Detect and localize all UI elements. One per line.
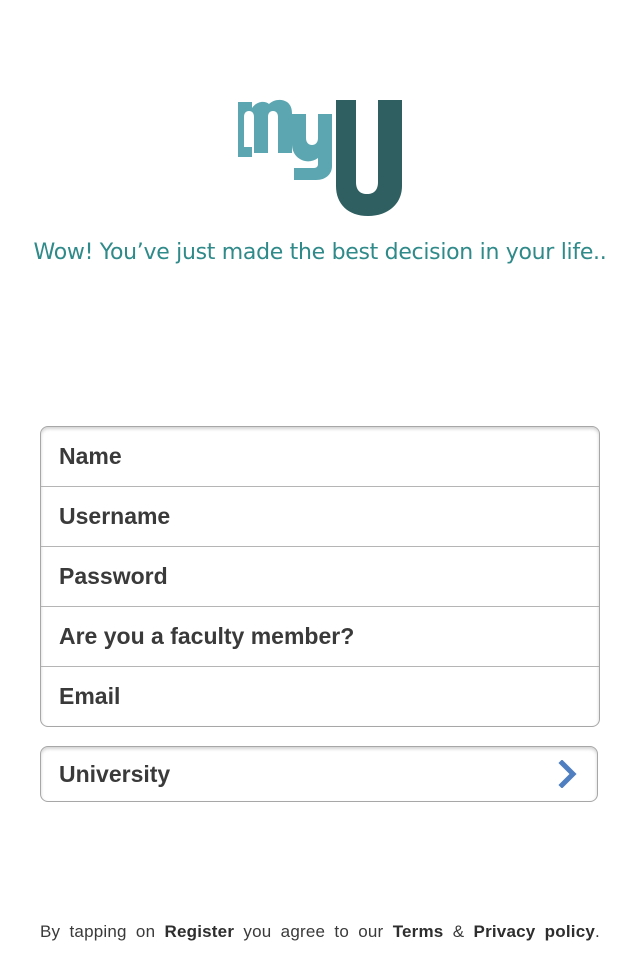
password-field-row [41,547,599,607]
name-field-row [41,427,599,487]
terms-suffix: . [595,922,600,941]
email-field-row [41,667,599,726]
university-label: University [59,760,171,787]
terms-link[interactable]: Terms [393,922,444,941]
privacy-policy-link[interactable]: Privacy policy [474,922,595,941]
terms-prefix: By tapping on [40,922,156,941]
register-link[interactable]: Register [165,922,235,941]
username-input[interactable] [41,487,599,546]
logo-letter-m [238,99,292,157]
email-input[interactable] [41,667,599,726]
university-selector[interactable]: University [40,746,598,802]
logo-letter-y [292,114,332,180]
myU-logo [238,99,402,216]
chevron-right-icon [557,759,579,789]
faculty-member-input[interactable] [41,607,599,666]
logo-letter-U [336,100,402,216]
terms-middle: you agree to our [243,922,384,941]
username-field-row [41,487,599,547]
password-input[interactable] [41,547,599,606]
registration-form [40,426,600,727]
name-input[interactable] [41,427,599,486]
faculty-field-row [41,607,599,667]
tagline: Wow! You’ve just made the best decision … [33,240,607,265]
register-screen: Wow! You’ve just made the best decision … [0,0,640,960]
terms-notice: By tapping on Register you agree to our … [40,922,600,942]
terms-ampersand: & [452,922,465,941]
